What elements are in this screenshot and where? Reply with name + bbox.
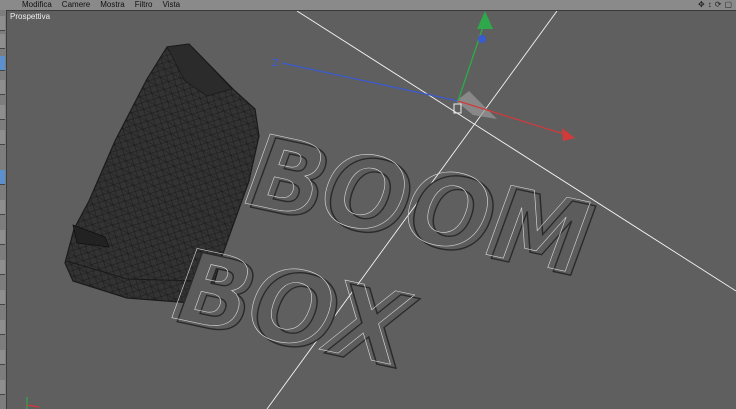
tool-button[interactable] [0,130,5,145]
tool-button[interactable] [0,34,5,49]
tool-button[interactable] [0,380,5,395]
tool-button[interactable] [0,260,5,275]
z-axis-line [281,62,459,102]
zoom-view-icon[interactable]: ↕ [708,0,712,10]
y-axis-arrow[interactable] [477,11,493,29]
viewport-label: Prospettiva [10,12,51,21]
perspective-viewport[interactable]: BOOM BOOM BOX BOX Z Prospettiva [7,11,736,409]
toggle-view-icon[interactable]: ▢ [724,0,732,10]
scene-canvas[interactable]: BOOM BOOM BOX BOX Z [7,11,736,409]
tool-button-active[interactable] [0,56,5,71]
menu-items: Modifica Camere Mostra Filtro Vista [22,0,180,10]
viewport-nav-icons: ✥ ↕ ⟳ ▢ [698,0,732,10]
tool-button[interactable] [0,350,5,365]
menu-item-camere[interactable]: Camere [62,0,90,10]
gizmo-plane-handle[interactable] [456,91,497,119]
rotate-view-icon[interactable]: ⟳ [715,0,722,10]
z-axis-label: Z [272,58,279,69]
tool-button[interactable] [0,320,5,335]
transform-gizmo[interactable]: Z [272,11,575,141]
tool-button[interactable] [0,200,5,215]
y-axis-line [457,20,486,102]
tool-button[interactable] [0,105,5,120]
menu-item-filtro[interactable]: Filtro [135,0,153,10]
world-axis-widget [26,397,40,409]
menu-bar: Modifica Camere Mostra Filtro Vista ✥ ↕ … [0,0,736,11]
tool-button[interactable] [0,16,5,31]
x-axis-line [457,100,568,136]
tool-button[interactable] [0,290,5,305]
menu-item-vista[interactable]: Vista [162,0,180,10]
menu-item-mostra[interactable]: Mostra [100,0,124,10]
menu-item-modifica[interactable]: Modifica [22,0,52,10]
x-axis-arrow[interactable] [562,128,575,141]
tool-button[interactable] [0,80,5,95]
move-view-icon[interactable]: ✥ [698,0,705,10]
gizmo-z-handle[interactable] [478,35,486,43]
left-toolbar [0,10,7,409]
tool-button[interactable] [0,230,5,245]
tool-button-active[interactable] [0,170,5,185]
